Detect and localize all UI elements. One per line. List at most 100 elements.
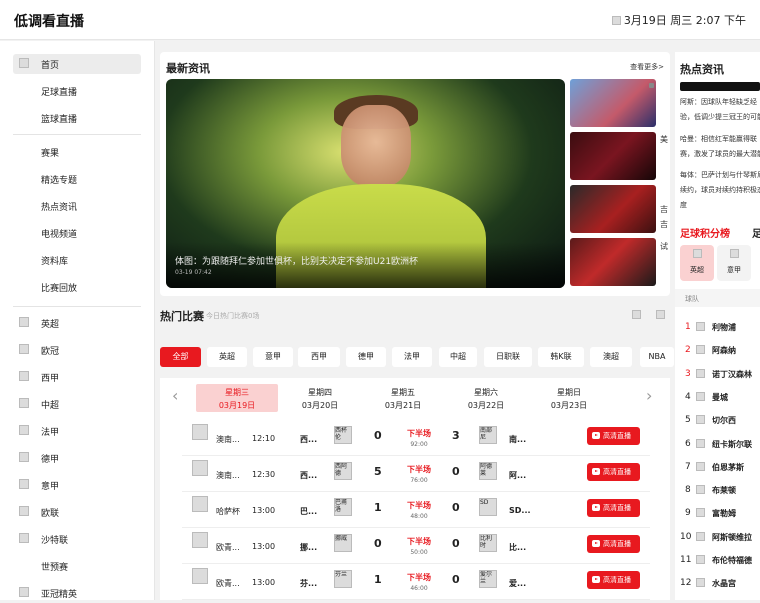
standings-row[interactable]: 4 曼城: [675, 389, 760, 405]
sidebar-item-football-live[interactable]: 足球直播: [13, 81, 141, 101]
sidebar-item-serie-a[interactable]: 意甲: [13, 475, 141, 495]
settings-icon[interactable]: [632, 310, 641, 319]
match-row[interactable]: 欧青... 13:00 芬... 芬兰 1 下半场 46:00 0 爱尔兰 爱... 高清直播: [182, 566, 650, 600]
filter-tab[interactable]: 全部: [160, 347, 201, 367]
sidebar-item-results[interactable]: 赛果: [13, 142, 141, 162]
sidebar-item-saudi-league[interactable]: 沙特联: [13, 529, 141, 549]
news-thumbnail[interactable]: [570, 238, 656, 286]
weather-icon: [611, 15, 621, 25]
sidebar-item-bundesliga[interactable]: 德甲: [13, 448, 141, 468]
standings-row[interactable]: 3 诺丁汉森林: [675, 366, 760, 382]
hero-caption[interactable]: 体图：为跟随拜仁参加世俱杯，比别夫决定不参加U21欧洲杯: [175, 254, 418, 267]
rank: 2: [685, 345, 691, 356]
view-more-link[interactable]: 查看更多>: [630, 62, 664, 72]
sidebar-item-replay[interactable]: 比赛回放: [13, 277, 141, 297]
hot-news-image[interactable]: [680, 82, 760, 91]
standings-row[interactable]: 1 利物浦: [675, 319, 760, 335]
home-score: 0: [374, 537, 382, 550]
hot-news-item[interactable]: 每体：巴萨计划与什琴斯尼续约，球员对续约持积极态度: [680, 168, 760, 213]
team-name: 布伦特福德: [712, 556, 752, 565]
filter-tab[interactable]: 意甲: [253, 347, 293, 367]
sidebar-item-featured[interactable]: 精选专题: [13, 169, 141, 189]
match-row[interactable]: 澳南... 12:30 西... 西阿德 5 下半场 76:00 0 阿德莱 阿... 高清直播: [182, 458, 650, 492]
match-league: 哈萨杯: [216, 507, 240, 516]
hot-matches-header: 热门比赛 今日热门比赛0场: [160, 302, 670, 332]
standings-row[interactable]: 8 布莱顿: [675, 482, 760, 498]
thumbnail-badge: [649, 83, 654, 88]
standings-row[interactable]: 11 布伦特福德: [675, 552, 760, 568]
hero-news-image[interactable]: 体图：为跟随拜仁参加世俱杯，比别夫决定不参加U21欧洲杯 03-19 07:42: [166, 79, 565, 288]
news-thumbnail-text: 试: [660, 242, 668, 251]
standings-tab-premier-league[interactable]: 英超: [680, 245, 714, 281]
sidebar-item-label: 篮球直播: [41, 115, 78, 125]
rank: 8: [685, 485, 691, 496]
team-logo-icon: [696, 461, 705, 471]
filter-tab[interactable]: 澳超: [590, 347, 632, 367]
filter-tab[interactable]: 韩K联: [538, 347, 584, 367]
filter-tab[interactable]: NBA: [640, 347, 674, 367]
team-name: 布莱顿: [712, 486, 736, 496]
standings-row[interactable]: 6 纽卡斯尔联: [675, 436, 760, 452]
news-thumbnail[interactable]: [570, 79, 656, 127]
news-thumbnail[interactable]: [570, 185, 656, 233]
hd-live-label: 高清直播: [603, 576, 631, 584]
standings-row[interactable]: 5 切尔西: [675, 412, 760, 428]
day-tab[interactable]: 星期六 03月22日: [445, 384, 527, 412]
hot-news-item[interactable]: 哈曼：相信红军能赢得联赛，激发了球员的最大潜能: [680, 132, 760, 162]
filter-tab[interactable]: 中超: [439, 347, 477, 367]
europa-league-icon: [19, 506, 29, 516]
sidebar-item-premier-league[interactable]: 英超: [13, 313, 141, 333]
sidebar-item-basketball-live[interactable]: 篮球直播: [13, 108, 141, 128]
standings-tab-serie-a[interactable]: 意甲: [717, 245, 751, 281]
day-tab[interactable]: 星期五 03月21日: [362, 384, 444, 412]
next-day-arrow[interactable]: ›: [646, 386, 652, 405]
sidebar-item-europa-league[interactable]: 欧联: [13, 502, 141, 522]
hd-live-button[interactable]: 高清直播: [587, 571, 640, 589]
standings-row[interactable]: 7 伯恩茅斯: [675, 459, 760, 475]
day-tab[interactable]: 星期日 03月23日: [528, 384, 610, 412]
sidebar-item-csl[interactable]: 中超: [13, 394, 141, 414]
rank: 3: [685, 368, 691, 379]
standings-row[interactable]: 2 阿森纳: [675, 342, 760, 358]
day-date: 03月22日: [467, 401, 505, 410]
refresh-icon[interactable]: [656, 310, 665, 319]
standings-row[interactable]: 10 阿斯顿维拉: [675, 529, 760, 545]
sidebar-item-wc-qualifiers[interactable]: 世预赛: [13, 556, 141, 576]
sidebar-item-database[interactable]: 资料库: [13, 250, 141, 270]
hot-news-title: 热点资讯: [680, 63, 724, 76]
team-logo-icon: [696, 485, 705, 495]
match-row[interactable]: 哈萨杯 13:00 巴... 巴甫洛 1 下半场 48:00 0 SD SD... 高清直播: [182, 494, 650, 528]
sidebar-item-afc[interactable]: 亚冠精英: [13, 583, 141, 603]
sidebar-item-ligue1[interactable]: 法甲: [13, 421, 141, 441]
day-tab[interactable]: 星期三 03月19日: [196, 384, 278, 412]
match-time: 12:30: [252, 470, 276, 479]
day-tab[interactable]: 星期四 03月20日: [279, 384, 361, 412]
hd-live-button[interactable]: 高清直播: [587, 535, 640, 553]
filter-tab[interactable]: 英超: [207, 347, 247, 367]
sidebar-item-champions-league[interactable]: 欧冠: [13, 340, 141, 360]
premier-league-icon: [19, 317, 29, 327]
team-logo-icon: [696, 415, 705, 425]
filter-tab[interactable]: 日职联: [484, 347, 532, 367]
match-row[interactable]: 澳南... 12:10 西... 西杯伦 0 下半场 92:00 3 南部尼 南... 高清直播: [182, 422, 650, 456]
site-logo[interactable]: 低调看直播: [14, 11, 84, 31]
hd-live-button[interactable]: 高清直播: [587, 499, 640, 517]
standings-row[interactable]: 9 富勒姆: [675, 505, 760, 521]
hd-live-button[interactable]: 高清直播: [587, 463, 640, 481]
standings-row[interactable]: 12 水晶宫: [675, 575, 760, 591]
sidebar-item-laliga[interactable]: 西甲: [13, 367, 141, 387]
filter-tab[interactable]: 德甲: [346, 347, 386, 367]
news-thumbnail[interactable]: [570, 132, 656, 180]
home-score: 0: [374, 429, 382, 442]
filter-tab[interactable]: 西甲: [298, 347, 340, 367]
prev-day-arrow[interactable]: ‹: [172, 386, 178, 405]
sidebar-item-tv[interactable]: 电视频道: [13, 223, 141, 243]
hot-news-item[interactable]: 阿斯：因球队年轻缺乏经验，低调少提三冠王的可能: [680, 95, 760, 125]
sidebar-item-hot-news[interactable]: 热点资讯: [13, 196, 141, 216]
sidebar-item-label: 德甲: [41, 455, 60, 465]
match-row[interactable]: 欧青... 13:00 挪... 挪威 0 下半场 50:00 0 比利时 比... 高清直播: [182, 530, 650, 564]
filter-tab[interactable]: 法甲: [392, 347, 432, 367]
sidebar-item-home[interactable]: 首页: [13, 54, 141, 74]
home-team-logo-icon: 西杯伦: [334, 426, 352, 444]
hd-live-button[interactable]: 高清直播: [587, 427, 640, 445]
